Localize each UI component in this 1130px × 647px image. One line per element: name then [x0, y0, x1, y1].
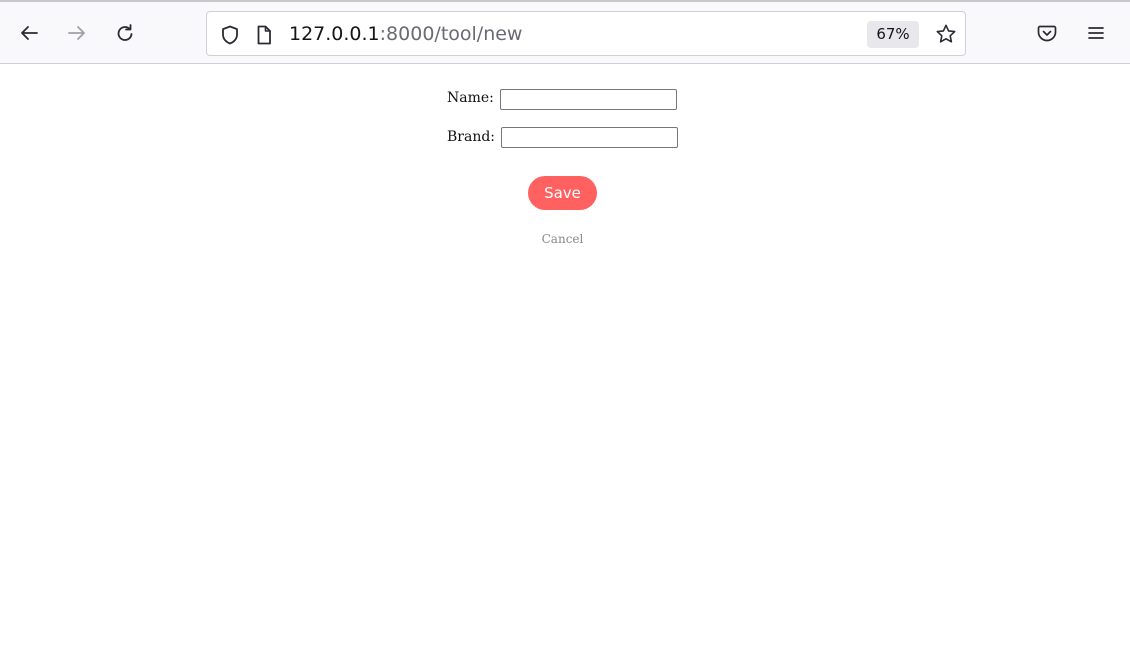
back-arrow-icon: [21, 26, 38, 40]
reload-button[interactable]: [110, 18, 140, 48]
cancel-link[interactable]: Cancel: [528, 232, 597, 246]
page-icon[interactable]: [253, 24, 275, 46]
reload-icon: [117, 24, 133, 41]
url-text[interactable]: 127.0.0.1:8000/tool/new: [289, 22, 522, 46]
shield-icon[interactable]: [219, 24, 241, 46]
star-icon[interactable]: [935, 23, 957, 45]
menu-icon[interactable]: [1085, 22, 1107, 44]
brand-input[interactable]: [501, 127, 678, 148]
url-path: :8000/tool/new: [379, 23, 523, 45]
zoom-level-badge[interactable]: 67%: [867, 21, 919, 48]
name-input[interactable]: [500, 89, 677, 110]
browser-toolbar: 127.0.0.1:8000/tool/new 67%: [0, 0, 1130, 64]
name-label: Name:: [447, 90, 494, 106]
address-bar[interactable]: 127.0.0.1:8000/tool/new 67%: [206, 11, 966, 56]
forward-button[interactable]: [62, 18, 92, 48]
pocket-icon[interactable]: [1036, 22, 1058, 44]
back-button[interactable]: [14, 18, 44, 48]
save-button[interactable]: Save: [528, 176, 597, 210]
url-host: 127.0.0.1: [289, 23, 380, 45]
page-content: Name: Brand: Save Cancel: [0, 64, 1130, 647]
brand-label: Brand:: [447, 129, 496, 145]
forward-arrow-icon: [68, 26, 85, 40]
